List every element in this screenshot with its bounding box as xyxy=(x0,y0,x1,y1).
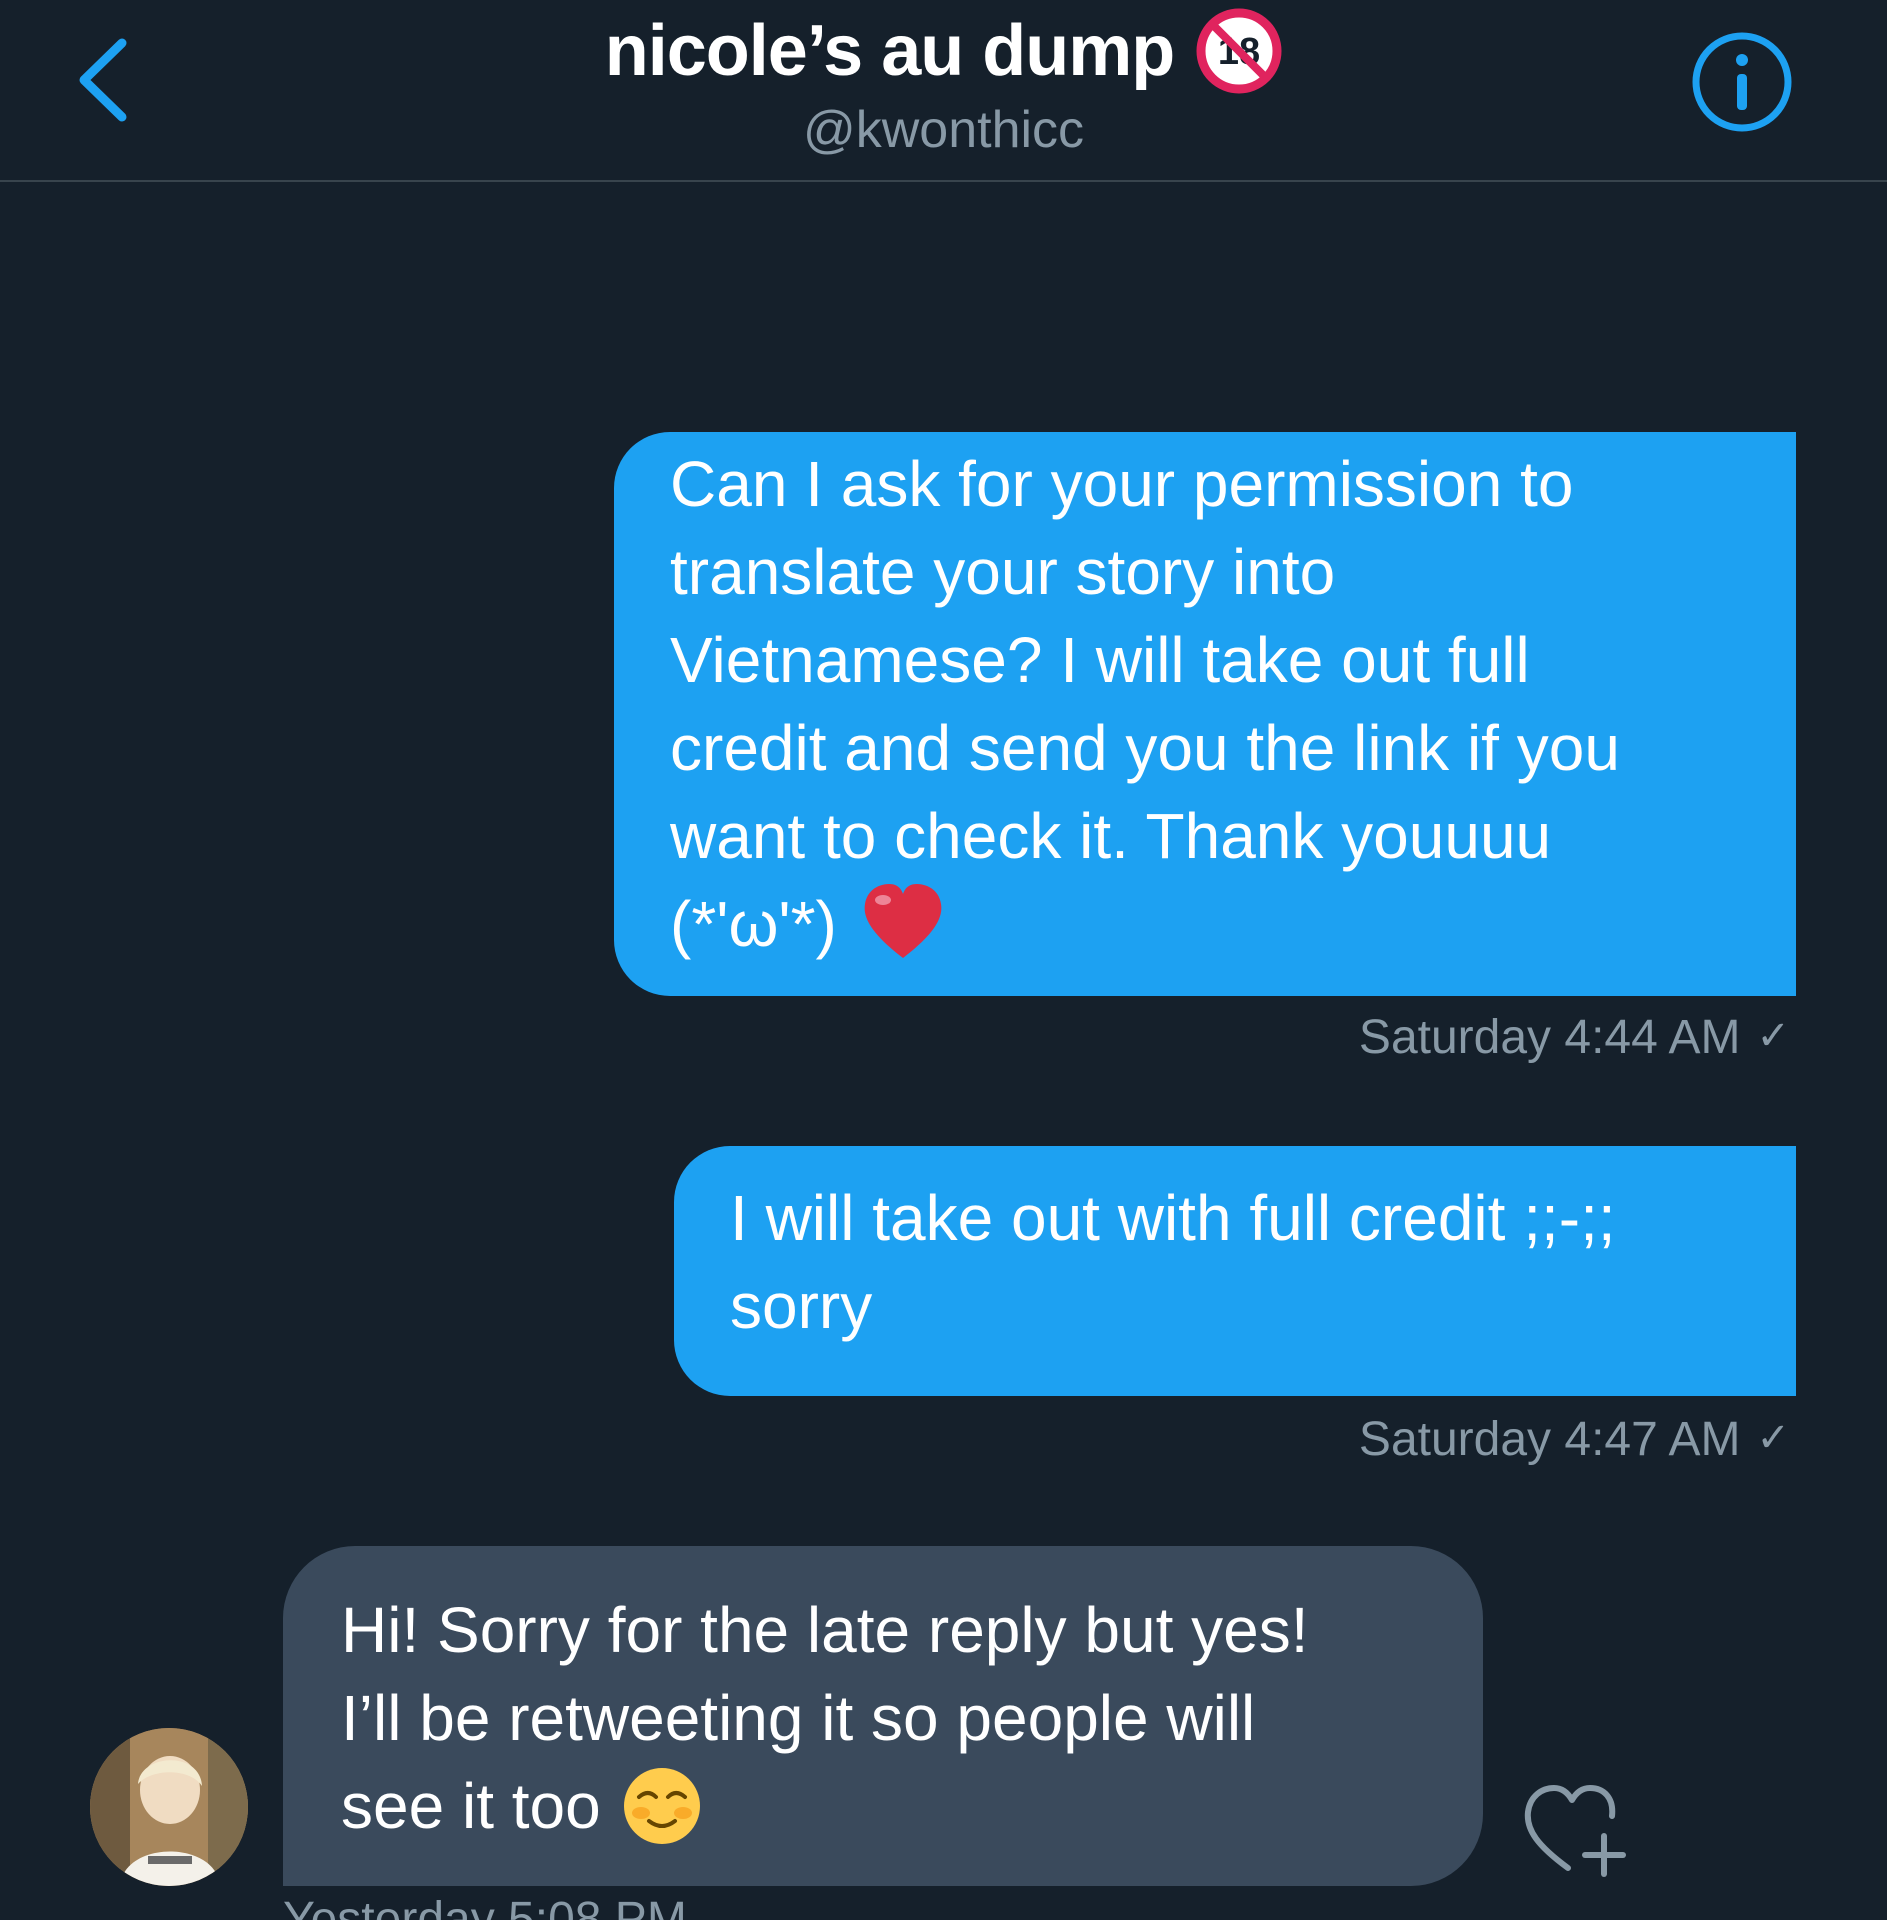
message-line: Hi! Sorry for the late reply but yes! xyxy=(341,1594,1309,1666)
timestamp-text: Saturday 4:44 AM xyxy=(1358,1011,1741,1064)
conversation-title: nicole’s au dump xyxy=(604,11,1175,91)
timestamp-text: Saturday 4:47 AM xyxy=(1358,1413,1741,1466)
message-line: want to check it. Thank youuuu xyxy=(670,800,1552,872)
heart-plus-icon[interactable] xyxy=(1520,1780,1630,1880)
message-line-last: (*'ω'*) xyxy=(670,880,1746,968)
message-line: sorry xyxy=(730,1270,873,1342)
info-icon[interactable] xyxy=(1690,30,1794,134)
message-line: translate your story into xyxy=(670,536,1336,608)
no-under-18-icon: 18 xyxy=(1196,8,1282,94)
incoming-message-bubble[interactable]: Hi! Sorry for the late reply but yes! I’… xyxy=(283,1546,1483,1886)
sent-check-icon: ✓ xyxy=(1756,1014,1790,1058)
smiling-face-icon xyxy=(623,1768,700,1845)
message-timestamp: Saturday 4:47 AM ✓ xyxy=(1359,1412,1790,1467)
outgoing-message-bubble[interactable]: Can I ask for your permission to transla… xyxy=(614,432,1796,996)
message-line: credit and send you the link if you xyxy=(670,712,1620,784)
sent-check-icon: ✓ xyxy=(1756,1416,1790,1460)
conversation-handle: @kwonthicc xyxy=(802,101,1085,159)
conversation-header: nicole’s au dump 18 @kwonthicc xyxy=(0,0,1887,182)
message-line: I will take out with full credit ;;-;; xyxy=(730,1182,1616,1254)
message-line: see it too xyxy=(341,1770,601,1842)
message-line-last: see it too xyxy=(341,1762,1433,1850)
message-line: (*'ω'*) xyxy=(670,888,837,960)
header-title-block: nicole’s au dump 18 @kwonthicc xyxy=(0,8,1887,160)
avatar-photo xyxy=(90,1728,248,1886)
outgoing-message-bubble[interactable]: I will take out with full credit ;;-;; s… xyxy=(674,1146,1796,1396)
title-line: nicole’s au dump 18 xyxy=(605,8,1282,94)
message-timestamp: Saturday 4:44 AM ✓ xyxy=(1359,1010,1790,1065)
message-line: I’ll be retweeting it so people will xyxy=(341,1682,1256,1754)
dm-conversation-screen: nicole’s au dump 18 @kwonthicc Can I ask… xyxy=(0,0,1887,1920)
message-line: Vietnamese? I will take out full xyxy=(670,624,1530,696)
red-heart-icon xyxy=(864,884,942,959)
avatar[interactable] xyxy=(90,1728,248,1886)
message-line: Can I ask for your permission to xyxy=(670,448,1574,520)
message-timestamp: Yesterday 5:08 PM xyxy=(283,1893,687,1920)
